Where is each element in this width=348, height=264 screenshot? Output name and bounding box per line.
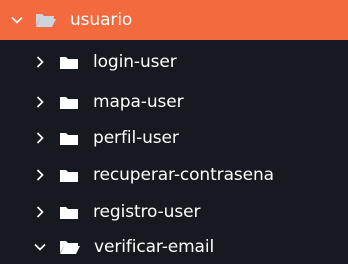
chevron-right-icon[interactable] [32,54,48,70]
tree-item-perfil-user[interactable]: perfil-user [9,120,344,156]
chevron-right-icon[interactable] [32,167,48,183]
tree-item-label: registro-user [93,202,201,222]
folder-icon [59,167,79,183]
tree-item-label: mapa-user [93,92,184,112]
tree-item-label: login-user [93,52,177,72]
tree-item-recuperar-contrasena[interactable]: recuperar-contrasena [9,156,344,194]
folder-open-icon [59,239,80,255]
folder-icon [59,54,79,70]
folder-icon [59,130,79,146]
folder-icon [59,94,79,110]
tree-item-verificar-email[interactable]: verificar-email [9,230,344,264]
tree-item-registro-user[interactable]: registro-user [9,194,344,230]
folder-icon [59,204,79,220]
chevron-down-icon[interactable] [9,12,25,28]
chevron-down-icon[interactable] [32,239,48,255]
chevron-right-icon[interactable] [32,130,48,146]
tree-item-label: recuperar-contrasena [93,165,274,185]
tree-item-login-user[interactable]: login-user [9,40,344,84]
tree-item-label: verificar-email [94,237,215,257]
tree-item-usuario[interactable]: usuario [0,0,348,40]
chevron-right-icon[interactable] [32,204,48,220]
tree-item-mapa-user[interactable]: mapa-user [9,84,344,120]
tree-item-label: usuario [70,10,133,30]
folder-open-icon [35,12,56,28]
chevron-right-icon[interactable] [32,94,48,110]
tree-item-label: perfil-user [93,128,179,148]
file-explorer-tree: usuario login-user mapa-user perfil-user [0,0,348,264]
